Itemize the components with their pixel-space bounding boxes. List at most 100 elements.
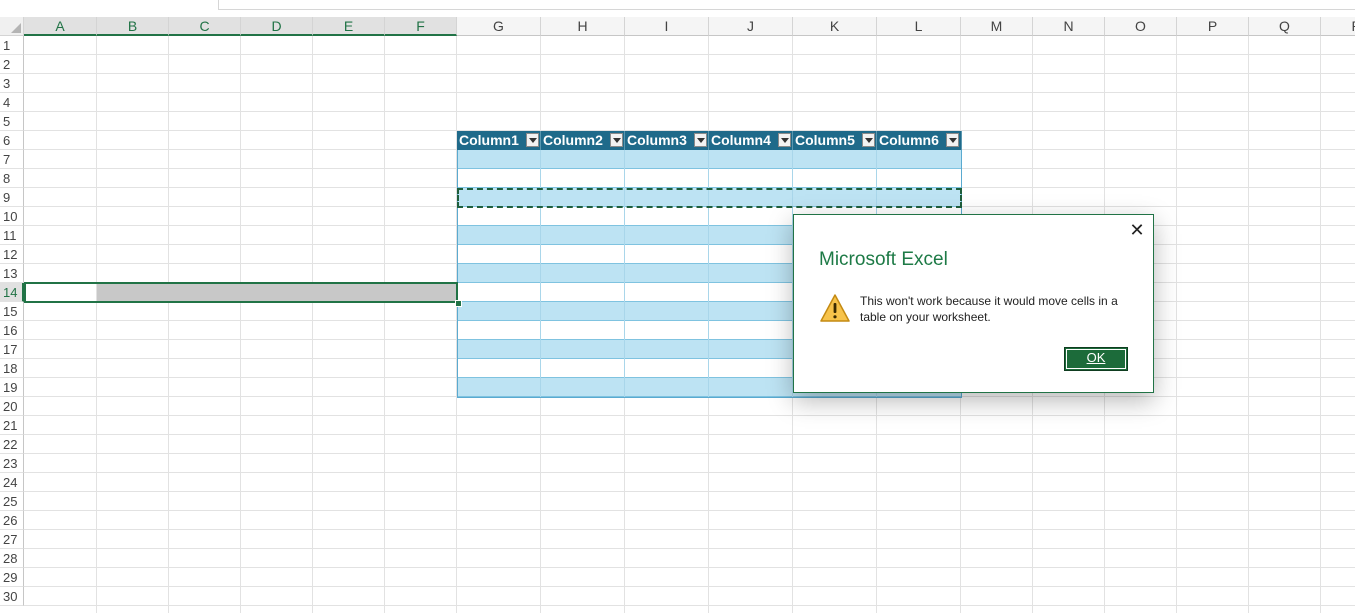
row-header-1[interactable]: 1 [0,36,24,55]
row-header-27[interactable]: 27 [0,530,24,549]
grid-vline [312,36,313,613]
select-all-corner[interactable] [0,17,24,36]
grid-hline [24,491,1355,492]
grid-hline [24,548,1355,549]
row-header-10[interactable]: 10 [0,207,24,226]
active-cell-a14[interactable] [24,282,458,303]
row-header-24[interactable]: 24 [0,473,24,492]
row-header-20[interactable]: 20 [0,397,24,416]
row-header-7[interactable]: 7 [0,150,24,169]
grid-hline [24,605,1355,606]
row-header-17[interactable]: 17 [0,340,24,359]
grid-hline [24,529,1355,530]
column-header-q[interactable]: Q [1249,17,1321,36]
grid-vline [1176,36,1177,613]
table-header-label: Column4 [711,132,771,148]
row-header-14[interactable]: 14 [0,283,24,302]
filter-dropdown-icon[interactable] [778,133,791,147]
row-header-16[interactable]: 16 [0,321,24,340]
row-header-8[interactable]: 8 [0,169,24,188]
column-header-m[interactable]: M [961,17,1033,36]
dialog-message: This won't work because it would move ce… [860,294,1118,324]
row-header-30[interactable]: 30 [0,587,24,606]
grid-vline [1320,36,1321,613]
column-header-e[interactable]: E [313,17,385,36]
row-header-21[interactable]: 21 [0,416,24,435]
grid-hline [24,54,1355,55]
row-header-25[interactable]: 25 [0,492,24,511]
table-header-column1[interactable]: Column1 [457,131,541,150]
table-header-label: Column6 [879,132,939,148]
column-header-r[interactable]: R [1321,17,1355,36]
column-header-h[interactable]: H [541,17,625,36]
grid-hline [24,415,1355,416]
row-header-28[interactable]: 28 [0,549,24,568]
close-icon[interactable]: ✕ [1128,221,1146,239]
row-header-26[interactable]: 26 [0,511,24,530]
grid-vline [96,36,97,613]
table-header-column4[interactable]: Column4 [709,131,793,150]
fill-handle[interactable] [455,300,462,307]
column-header-n[interactable]: N [1033,17,1105,36]
row-header-15[interactable]: 15 [0,302,24,321]
grid-hline [24,567,1355,568]
warning-icon [820,294,850,322]
column-header-f[interactable]: F [385,17,457,36]
grid-vline [240,36,241,613]
column-header-o[interactable]: O [1105,17,1177,36]
alert-dialog: ✕ Microsoft Excel This won't work becaus… [793,214,1154,393]
row-header-29[interactable]: 29 [0,568,24,587]
row-header-2[interactable]: 2 [0,55,24,74]
row-header-6[interactable]: 6 [0,131,24,150]
copy-marquee-row-9 [457,188,962,208]
filter-dropdown-icon[interactable] [862,133,875,147]
row-header-4[interactable]: 4 [0,93,24,112]
grid-vline [1248,36,1249,613]
table-header-label: Column2 [543,132,603,148]
filter-dropdown-icon[interactable] [526,133,539,147]
grid-hline [24,92,1355,93]
column-header-d[interactable]: D [241,17,313,36]
column-header-g[interactable]: G [457,17,541,36]
table-header-label: Column3 [627,132,687,148]
column-header-j[interactable]: J [709,17,793,36]
filter-dropdown-icon[interactable] [610,133,623,147]
column-header-k[interactable]: K [793,17,877,36]
table-header-label: Column5 [795,132,855,148]
grid-hline [24,472,1355,473]
table-header-column6[interactable]: Column6 [877,131,962,150]
top-strip [0,0,1355,17]
table-header-column2[interactable]: Column2 [541,131,625,150]
formula-bar-edge [218,0,1355,10]
column-header-b[interactable]: B [97,17,169,36]
select-all-triangle-icon [11,23,21,33]
row-header-3[interactable]: 3 [0,74,24,93]
row-header-13[interactable]: 13 [0,264,24,283]
column-header-i[interactable]: I [625,17,709,36]
row-header-12[interactable]: 12 [0,245,24,264]
filter-dropdown-icon[interactable] [694,133,707,147]
row-header-18[interactable]: 18 [0,359,24,378]
column-header-a[interactable]: A [24,17,97,36]
row-header-9[interactable]: 9 [0,188,24,207]
table-header-label: Column1 [459,132,519,148]
grid-hline [24,586,1355,587]
row-header-11[interactable]: 11 [0,226,24,245]
grid-hline [24,434,1355,435]
filter-dropdown-icon[interactable] [946,133,959,147]
row-header-19[interactable]: 19 [0,378,24,397]
column-header-p[interactable]: P [1177,17,1249,36]
column-header-l[interactable]: L [877,17,961,36]
table-header-column5[interactable]: Column5 [793,131,877,150]
table-header-column3[interactable]: Column3 [625,131,709,150]
ok-button[interactable]: OK [1064,347,1128,371]
grid-hline [24,111,1355,112]
row-header-23[interactable]: 23 [0,454,24,473]
grid-hline [24,453,1355,454]
column-header-c[interactable]: C [169,17,241,36]
dialog-title: Microsoft Excel [819,249,948,270]
grid-hline [24,510,1355,511]
grid-vline [168,36,169,613]
row-header-5[interactable]: 5 [0,112,24,131]
row-header-22[interactable]: 22 [0,435,24,454]
